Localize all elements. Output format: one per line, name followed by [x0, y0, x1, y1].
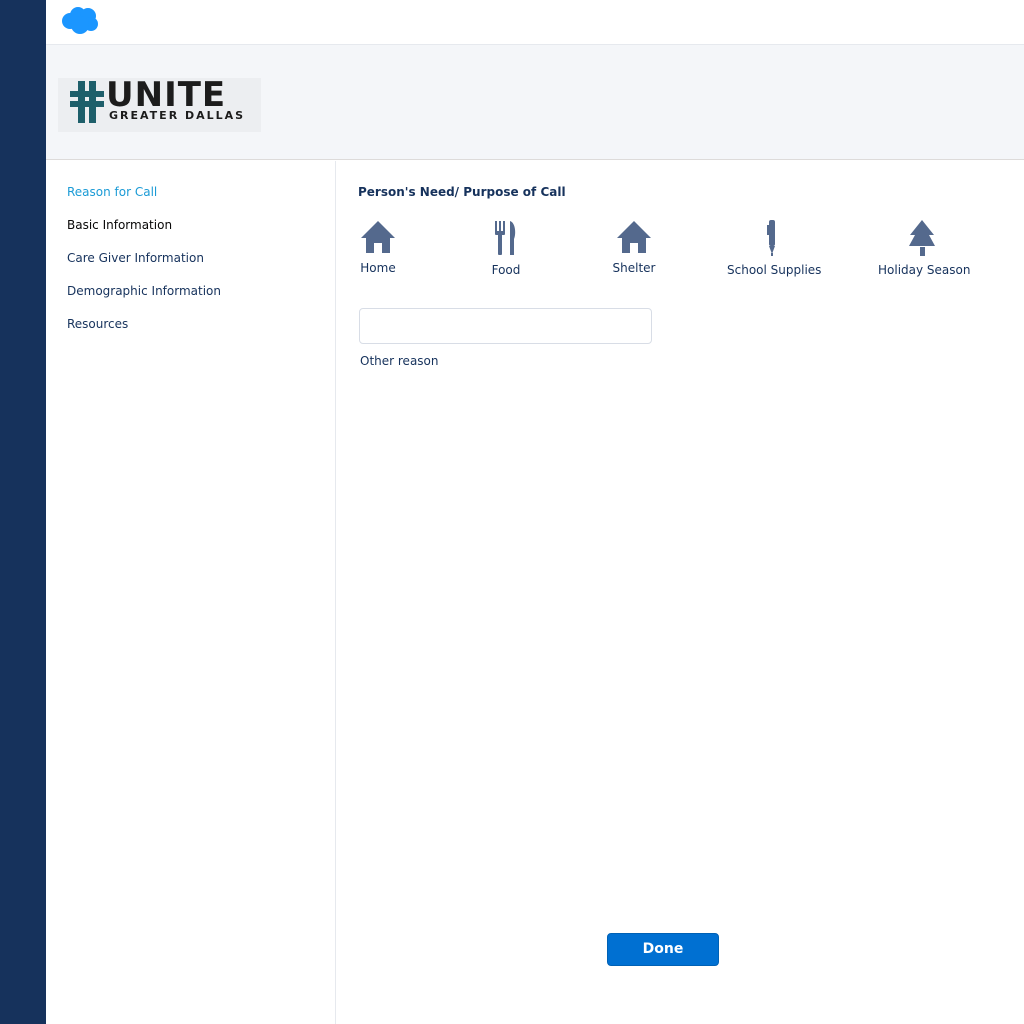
house-icon: [361, 221, 395, 253]
other-reason-input[interactable]: [359, 308, 652, 344]
sidebar-item-care-giver-information[interactable]: Care Giver Information: [67, 250, 204, 266]
option-food[interactable]: Food: [486, 219, 526, 277]
option-label: School Supplies: [727, 263, 822, 277]
option-label: Holiday Season: [878, 263, 971, 277]
cross-logo-icon: [70, 81, 104, 123]
house-icon: [617, 221, 651, 253]
pen-icon: [767, 220, 775, 256]
option-school-supplies[interactable]: School Supplies: [727, 219, 822, 277]
done-button[interactable]: Done: [607, 933, 719, 966]
option-label: Shelter: [612, 261, 656, 275]
sidebar-item-demographic-information[interactable]: Demographic Information: [67, 283, 221, 299]
main-content: Person's Need/ Purpose of Call Home Food…: [336, 161, 1024, 1024]
section-title: Person's Need/ Purpose of Call: [358, 185, 566, 199]
unite-greater-dallas-logo: UNITE GREATER DALLAS: [58, 76, 261, 132]
sidebar-nav: Reason for Call Basic Information Care G…: [46, 161, 336, 1024]
other-reason-label: Other reason: [360, 354, 439, 368]
logo-subtext: GREATER DALLAS: [109, 109, 246, 122]
option-shelter[interactable]: Shelter: [612, 219, 656, 275]
tree-icon: [909, 220, 935, 256]
option-label: Home: [360, 261, 396, 275]
sidebar-item-basic-information[interactable]: Basic Information: [67, 217, 172, 233]
top-bar: [46, 0, 1024, 45]
option-holiday-season[interactable]: Holiday Season: [878, 219, 971, 277]
header-banner: UNITE GREATER DALLAS: [46, 45, 1024, 160]
option-home[interactable]: Home: [358, 219, 398, 275]
option-label: Food: [491, 263, 521, 277]
sidebar-item-reason-for-call[interactable]: Reason for Call: [67, 184, 157, 200]
sidebar-item-resources[interactable]: Resources: [67, 316, 128, 332]
left-rail: [0, 0, 46, 1024]
fork-knife-icon: [495, 221, 516, 255]
salesforce-cloud-icon[interactable]: [60, 5, 100, 35]
